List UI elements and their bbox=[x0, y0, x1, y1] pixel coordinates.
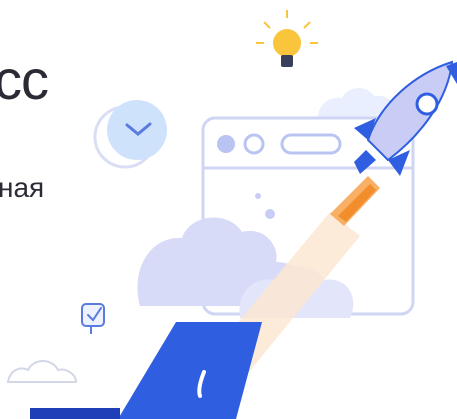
lightbulb-icon bbox=[256, 10, 318, 67]
illustration bbox=[6, 10, 457, 419]
clock-icon bbox=[93, 100, 167, 169]
promo-banner: сс ная ов bbox=[0, 0, 457, 419]
outline-cloud bbox=[6, 360, 78, 383]
checkbox-icon bbox=[81, 303, 105, 334]
